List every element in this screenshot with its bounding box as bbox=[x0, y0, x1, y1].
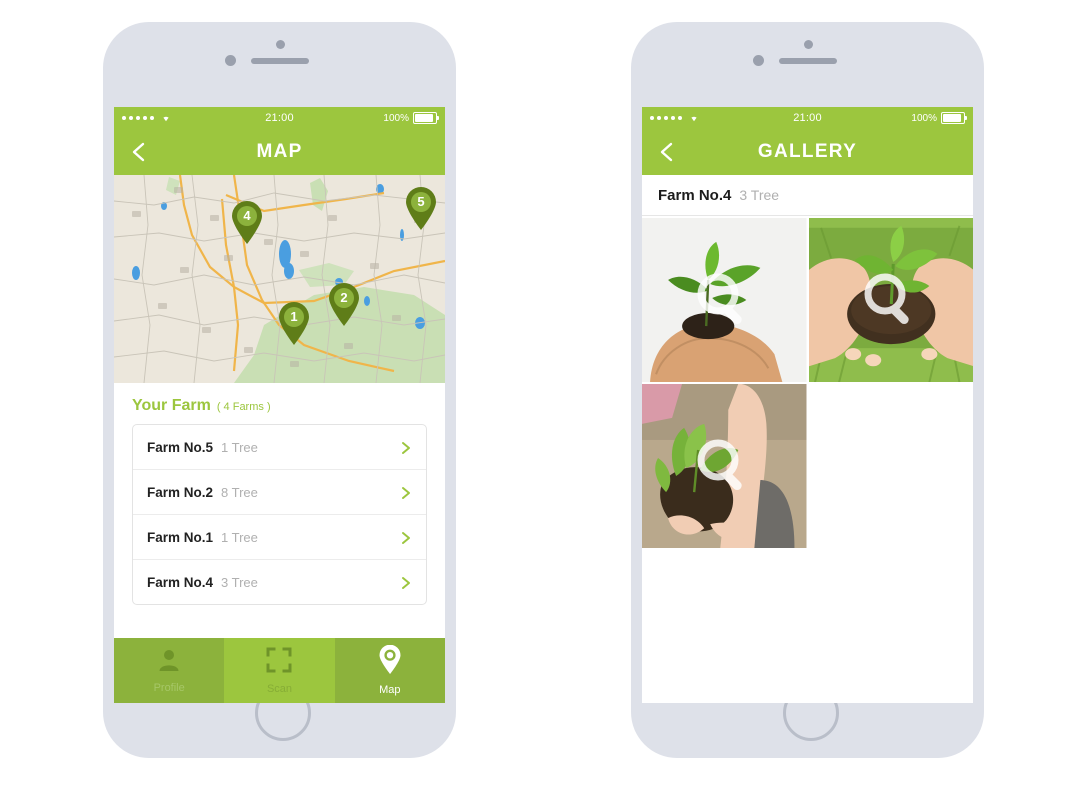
tab-label: Profile bbox=[153, 682, 185, 694]
farm-list: Farm No.5 1 Tree Farm No.2 8 Tree Farm N… bbox=[132, 424, 427, 605]
battery-percent: 100% bbox=[911, 112, 937, 124]
earpiece-speaker bbox=[778, 58, 837, 64]
camera-icon bbox=[803, 40, 813, 49]
navbar-right: GALLERY bbox=[642, 129, 973, 175]
navbar-left: MAP bbox=[114, 129, 445, 175]
chevron-right-icon bbox=[400, 486, 412, 499]
table-row[interactable]: Farm No.4 3 Tree bbox=[133, 560, 426, 604]
map-pin-2[interactable]: 2 bbox=[327, 283, 361, 327]
screenshot-canvas: 21:00 100% MAP 4 5 2 1 Your Farm (4 Far… bbox=[0, 0, 1080, 800]
camera-icon bbox=[275, 40, 285, 49]
map-pin-label: 1 bbox=[290, 309, 298, 324]
status-bar-right: 21:00 100% bbox=[642, 107, 973, 129]
table-row[interactable]: Farm No.2 8 Tree bbox=[133, 470, 426, 515]
back-button[interactable] bbox=[128, 141, 150, 163]
battery-full-icon bbox=[941, 112, 967, 124]
farm-name: Farm No.4 bbox=[147, 574, 214, 590]
proximity-sensor bbox=[753, 55, 764, 66]
gallery-header: Farm No.4 3 Tree bbox=[642, 175, 973, 216]
chevron-right-icon bbox=[400, 576, 412, 589]
farm-name: Farm No.1 bbox=[147, 529, 214, 545]
farm-name: Farm No.2 bbox=[147, 484, 214, 500]
your-farm-section: Your Farm ( 4 Farms ) Farm No.5 1 Tree F… bbox=[114, 383, 445, 605]
tab-map[interactable]: Map bbox=[334, 638, 445, 703]
map-canvas bbox=[114, 175, 445, 383]
photo-grid bbox=[642, 216, 973, 548]
farm-name: Farm No.5 bbox=[147, 439, 214, 455]
magnifier-icon bbox=[859, 268, 923, 332]
phone-device-left: 21:00 100% MAP 4 5 2 1 Your Farm (4 Far… bbox=[103, 22, 456, 758]
page-title: MAP bbox=[256, 141, 303, 162]
map-pin-label: 5 bbox=[417, 194, 425, 209]
photo-thumbnail-2[interactable] bbox=[808, 218, 973, 382]
photo-thumbnail-1[interactable] bbox=[642, 218, 807, 382]
map-pin-label: 4 bbox=[243, 208, 251, 223]
screen-right: 21:00 100% GALLERY Farm No.4 3 Tree bbox=[642, 107, 973, 703]
status-bar-left: 21:00 100% bbox=[114, 107, 445, 129]
farm-tree-count: 1 Tree bbox=[221, 529, 258, 545]
scan-frame-icon bbox=[265, 646, 293, 679]
farm-name: Farm No.4 bbox=[658, 186, 732, 204]
map-pin-5[interactable]: 5 bbox=[404, 187, 438, 231]
photo-grid-empty-cell bbox=[808, 384, 973, 548]
page-title: GALLERY bbox=[757, 141, 858, 162]
map-view[interactable]: 4 5 2 1 bbox=[114, 175, 445, 383]
chevron-right-icon bbox=[400, 531, 412, 544]
map-pin-icon bbox=[378, 644, 402, 680]
photo-thumbnail-3[interactable] bbox=[642, 384, 807, 548]
farm-tree-count: 8 Tree bbox=[221, 484, 258, 500]
section-title: Your Farm bbox=[132, 397, 211, 414]
map-pin-1[interactable]: 1 bbox=[277, 302, 311, 346]
tab-scan[interactable]: Scan bbox=[224, 638, 335, 703]
table-row[interactable]: Farm No.1 1 Tree bbox=[133, 515, 426, 560]
map-pin-label: 2 bbox=[340, 290, 348, 305]
section-header: Your Farm ( 4 Farms ) bbox=[132, 397, 427, 415]
proximity-sensor bbox=[225, 55, 236, 66]
tab-profile[interactable]: Profile bbox=[114, 638, 225, 703]
battery-percent: 100% bbox=[383, 112, 409, 124]
back-button[interactable] bbox=[656, 141, 678, 163]
magnifier-icon bbox=[692, 268, 756, 332]
chevron-right-icon bbox=[400, 441, 412, 454]
tab-label: Scan bbox=[266, 683, 293, 695]
phone-device-right: 21:00 100% GALLERY Farm No.4 3 Tree bbox=[631, 22, 984, 758]
section-subtitle: ( 4 Farms ) bbox=[216, 401, 271, 413]
map-pin-4[interactable]: 4 bbox=[230, 201, 264, 245]
earpiece-speaker bbox=[250, 58, 309, 64]
farm-tree-count: 1 Tree bbox=[221, 439, 258, 455]
farm-tree-count: 3 Tree bbox=[221, 574, 258, 590]
table-row[interactable]: Farm No.5 1 Tree bbox=[133, 425, 426, 470]
screen-left: 21:00 100% MAP 4 5 2 1 Your Farm (4 Far… bbox=[114, 107, 445, 703]
person-icon bbox=[156, 647, 182, 678]
battery-full-icon bbox=[413, 112, 439, 124]
farm-tree-count: 3 Tree bbox=[739, 187, 780, 203]
tab-bar: Profile Scan Map bbox=[114, 638, 445, 703]
tab-label: Map bbox=[379, 684, 401, 696]
magnifier-icon bbox=[692, 434, 756, 498]
